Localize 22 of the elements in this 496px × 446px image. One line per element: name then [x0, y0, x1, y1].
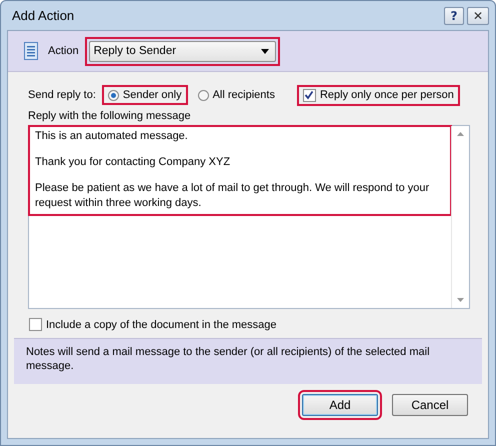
document-icon: [24, 42, 38, 60]
radio-option[interactable]: All recipients: [194, 87, 279, 103]
help-button[interactable]: ?: [444, 6, 464, 24]
include-copy-checkbox[interactable]: Include a copy of the document in the message: [28, 316, 470, 333]
message-text: This is an automated message. Thank you for contacting Company XYZ Please be patient as we have a lot of mail to get through. We will respond to your request within three working days.: [30, 127, 450, 214]
radio-icon: [198, 90, 209, 100]
checkmark-icon: [304, 90, 314, 100]
message-label: Reply with the following message: [28, 110, 192, 122]
radio-option[interactable]: Sender only: [104, 87, 186, 103]
scroll-up-icon[interactable]: [457, 132, 464, 136]
close-button[interactable]: ✕: [467, 6, 489, 24]
radio-icon: [108, 90, 119, 100]
dialog-button[interactable]: Cancel: [392, 394, 468, 416]
notes-text: Notes will send a mail message to the sender (or all recipients) of the selected mail message.: [26, 346, 430, 372]
scroll-down-icon[interactable]: [457, 298, 464, 302]
action-dropdown[interactable]: Reply to Sender: [88, 40, 276, 62]
reply-once-checkbox[interactable]: Reply only once per person: [298, 86, 458, 104]
action-label: Action: [48, 45, 79, 57]
window-title: Add Action: [11, 8, 74, 23]
send-reply-label: Send reply to:: [28, 89, 96, 101]
message-field[interactable]: This is an automated message. Thank you for contacting Company XYZ Please be patient as we have a lot of mail to get through. We will respond to your request within three working days.: [28, 125, 470, 309]
dropdown-arrow-icon: [260, 48, 269, 54]
